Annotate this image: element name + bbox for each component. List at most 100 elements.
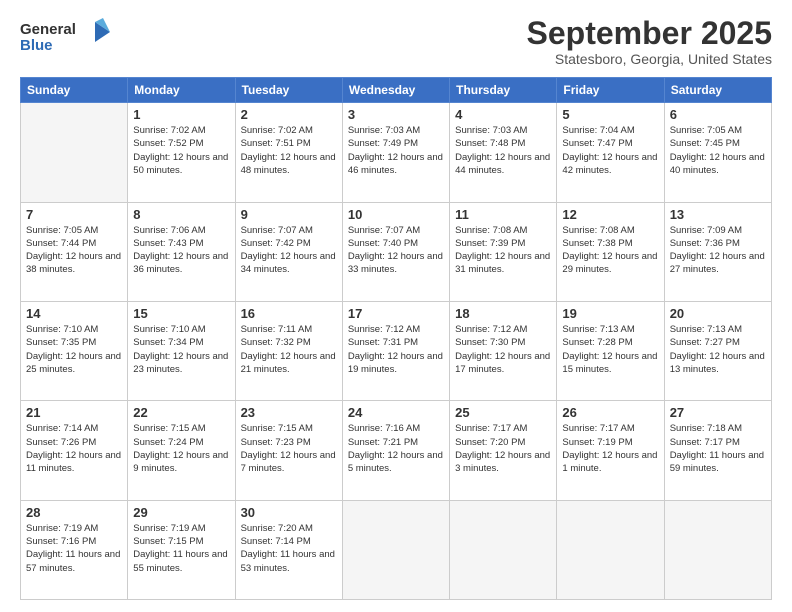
svg-text:Blue: Blue	[20, 37, 53, 54]
col-friday: Friday	[557, 78, 664, 103]
table-row: 24Sunrise: 7:16 AM Sunset: 7:21 PM Dayli…	[342, 401, 449, 500]
day-info: Sunrise: 7:13 AM Sunset: 7:27 PM Dayligh…	[670, 323, 766, 376]
day-number: 19	[562, 306, 658, 321]
day-number: 1	[133, 107, 229, 122]
day-info: Sunrise: 7:10 AM Sunset: 7:35 PM Dayligh…	[26, 323, 122, 376]
table-row: 16 Sunrise: 7:11 AM Sunset: 7:32 PM Dayli…	[235, 301, 342, 400]
day-info: Sunrise: 7:05 AM Sunset: 7:44 PM Dayligh…	[26, 224, 122, 277]
day-info: Sunrise: 7:05 AM Sunset: 7:45 PM Dayligh…	[670, 124, 766, 177]
day-info: Sunrise: 7:07 AM Sunset: 7:40 PM Dayligh…	[348, 224, 444, 277]
day-number: 22	[133, 405, 229, 420]
table-row: 25 Sunrise: 7:17 AM Sunset: 7:20 PM Dayli…	[450, 401, 557, 500]
page: General Blue September 2025 Statesboro, …	[0, 0, 792, 612]
day-number: 26	[562, 405, 658, 420]
logo-text: General Blue	[20, 16, 130, 61]
table-row: 9 Sunrise: 7:07 AM Sunset: 7:42 PM Daylig…	[235, 202, 342, 301]
logo-svg: General Blue	[20, 16, 130, 58]
table-row: 23 Sunrise: 7:15 AM Sunset: 7:23 PM Dayli…	[235, 401, 342, 500]
day-number: 10	[348, 207, 444, 222]
day-info: Sunrise: 7:02 AM Sunset: 7:51 PM Dayligh…	[241, 124, 337, 177]
day-number: 17	[348, 306, 444, 321]
table-row: 17Sunrise: 7:12 AM Sunset: 7:31 PM Dayli…	[342, 301, 449, 400]
day-info: Sunrise: 7:20 AM Sunset: 7:14 PM Dayligh…	[241, 522, 337, 575]
day-info: Sunrise: 7:15 AM Sunset: 7:23 PM Dayligh…	[241, 422, 337, 475]
table-row: 21 Sunrise: 7:14 AM Sunset: 7:26 PM Dayli…	[21, 401, 128, 500]
day-info: Sunrise: 7:19 AM Sunset: 7:15 PM Dayligh…	[133, 522, 229, 575]
day-info: Sunrise: 7:17 AM Sunset: 7:19 PM Dayligh…	[562, 422, 658, 475]
table-row: 7 Sunrise: 7:05 AM Sunset: 7:44 PM Daylig…	[21, 202, 128, 301]
day-number: 18	[455, 306, 551, 321]
day-number: 27	[670, 405, 766, 420]
col-sunday: Sunday	[21, 78, 128, 103]
table-row: 26 Sunrise: 7:17 AM Sunset: 7:19 PM Dayli…	[557, 401, 664, 500]
calendar-title: September 2025	[527, 16, 772, 51]
table-row: 4 Sunrise: 7:03 AM Sunset: 7:48 PM Daylig…	[450, 103, 557, 202]
day-number: 2	[241, 107, 337, 122]
table-row: 10 Sunrise: 7:07 AM Sunset: 7:40 PM Dayli…	[342, 202, 449, 301]
day-number: 6	[670, 107, 766, 122]
table-row: 5Sunrise: 7:04 AM Sunset: 7:47 PM Daylig…	[557, 103, 664, 202]
day-number: 8	[133, 207, 229, 222]
day-info: Sunrise: 7:08 AM Sunset: 7:38 PM Dayligh…	[562, 224, 658, 277]
header: General Blue September 2025 Statesboro, …	[20, 16, 772, 67]
calendar-week-row: 14 Sunrise: 7:10 AM Sunset: 7:35 PM Dayli…	[21, 301, 772, 400]
day-number: 13	[670, 207, 766, 222]
col-monday: Monday	[128, 78, 235, 103]
day-info: Sunrise: 7:19 AM Sunset: 7:16 PM Dayligh…	[26, 522, 122, 575]
day-info: Sunrise: 7:14 AM Sunset: 7:26 PM Dayligh…	[26, 422, 122, 475]
table-row: 6 Sunrise: 7:05 AM Sunset: 7:45 PM Daylig…	[664, 103, 771, 202]
calendar-week-row: 21 Sunrise: 7:14 AM Sunset: 7:26 PM Dayli…	[21, 401, 772, 500]
day-number: 9	[241, 207, 337, 222]
table-row: 20Sunrise: 7:13 AM Sunset: 7:27 PM Dayli…	[664, 301, 771, 400]
day-number: 28	[26, 505, 122, 520]
day-info: Sunrise: 7:11 AM Sunset: 7:32 PM Dayligh…	[241, 323, 337, 376]
col-saturday: Saturday	[664, 78, 771, 103]
day-info: Sunrise: 7:08 AM Sunset: 7:39 PM Dayligh…	[455, 224, 551, 277]
day-number: 25	[455, 405, 551, 420]
table-row: 13 Sunrise: 7:09 AM Sunset: 7:36 PM Dayli…	[664, 202, 771, 301]
day-info: Sunrise: 7:15 AM Sunset: 7:24 PM Dayligh…	[133, 422, 229, 475]
day-info: Sunrise: 7:07 AM Sunset: 7:42 PM Dayligh…	[241, 224, 337, 277]
table-row: 18 Sunrise: 7:12 AM Sunset: 7:30 PM Dayli…	[450, 301, 557, 400]
day-info: Sunrise: 7:17 AM Sunset: 7:20 PM Dayligh…	[455, 422, 551, 475]
day-number: 16	[241, 306, 337, 321]
table-row: 1 Sunrise: 7:02 AM Sunset: 7:52 PM Daylig…	[128, 103, 235, 202]
table-row: 12 Sunrise: 7:08 AM Sunset: 7:38 PM Dayli…	[557, 202, 664, 301]
day-number: 3	[348, 107, 444, 122]
day-info: Sunrise: 7:03 AM Sunset: 7:49 PM Dayligh…	[348, 124, 444, 177]
col-tuesday: Tuesday	[235, 78, 342, 103]
col-thursday: Thursday	[450, 78, 557, 103]
day-info: Sunrise: 7:12 AM Sunset: 7:30 PM Dayligh…	[455, 323, 551, 376]
day-info: Sunrise: 7:02 AM Sunset: 7:52 PM Dayligh…	[133, 124, 229, 177]
table-row: 27 Sunrise: 7:18 AM Sunset: 7:17 PM Dayli…	[664, 401, 771, 500]
day-number: 24	[348, 405, 444, 420]
calendar-week-row: 7 Sunrise: 7:05 AM Sunset: 7:44 PM Daylig…	[21, 202, 772, 301]
calendar-week-row: 1 Sunrise: 7:02 AM Sunset: 7:52 PM Daylig…	[21, 103, 772, 202]
day-number: 21	[26, 405, 122, 420]
table-row: 8Sunrise: 7:06 AM Sunset: 7:43 PM Daylig…	[128, 202, 235, 301]
day-info: Sunrise: 7:03 AM Sunset: 7:48 PM Dayligh…	[455, 124, 551, 177]
day-number: 14	[26, 306, 122, 321]
table-row: 11 Sunrise: 7:08 AM Sunset: 7:39 PM Dayli…	[450, 202, 557, 301]
day-number: 4	[455, 107, 551, 122]
day-number: 7	[26, 207, 122, 222]
table-row: 28 Sunrise: 7:19 AM Sunset: 7:16 PM Dayli…	[21, 500, 128, 599]
svg-text:General: General	[20, 21, 76, 38]
calendar-week-row: 28 Sunrise: 7:19 AM Sunset: 7:16 PM Dayli…	[21, 500, 772, 599]
table-row: 29 Sunrise: 7:19 AM Sunset: 7:15 PM Dayli…	[128, 500, 235, 599]
day-number: 23	[241, 405, 337, 420]
table-row: 30Sunrise: 7:20 AM Sunset: 7:14 PM Dayli…	[235, 500, 342, 599]
day-info: Sunrise: 7:18 AM Sunset: 7:17 PM Dayligh…	[670, 422, 766, 475]
table-row	[342, 500, 449, 599]
title-block: September 2025 Statesboro, Georgia, Unit…	[527, 16, 772, 67]
calendar-header-row: Sunday Monday Tuesday Wednesday Thursday…	[21, 78, 772, 103]
table-row: 3 Sunrise: 7:03 AM Sunset: 7:49 PM Daylig…	[342, 103, 449, 202]
day-info: Sunrise: 7:13 AM Sunset: 7:28 PM Dayligh…	[562, 323, 658, 376]
day-info: Sunrise: 7:09 AM Sunset: 7:36 PM Dayligh…	[670, 224, 766, 277]
day-number: 12	[562, 207, 658, 222]
table-row	[664, 500, 771, 599]
day-number: 11	[455, 207, 551, 222]
day-number: 29	[133, 505, 229, 520]
table-row: 14 Sunrise: 7:10 AM Sunset: 7:35 PM Dayli…	[21, 301, 128, 400]
table-row: 15Sunrise: 7:10 AM Sunset: 7:34 PM Dayli…	[128, 301, 235, 400]
